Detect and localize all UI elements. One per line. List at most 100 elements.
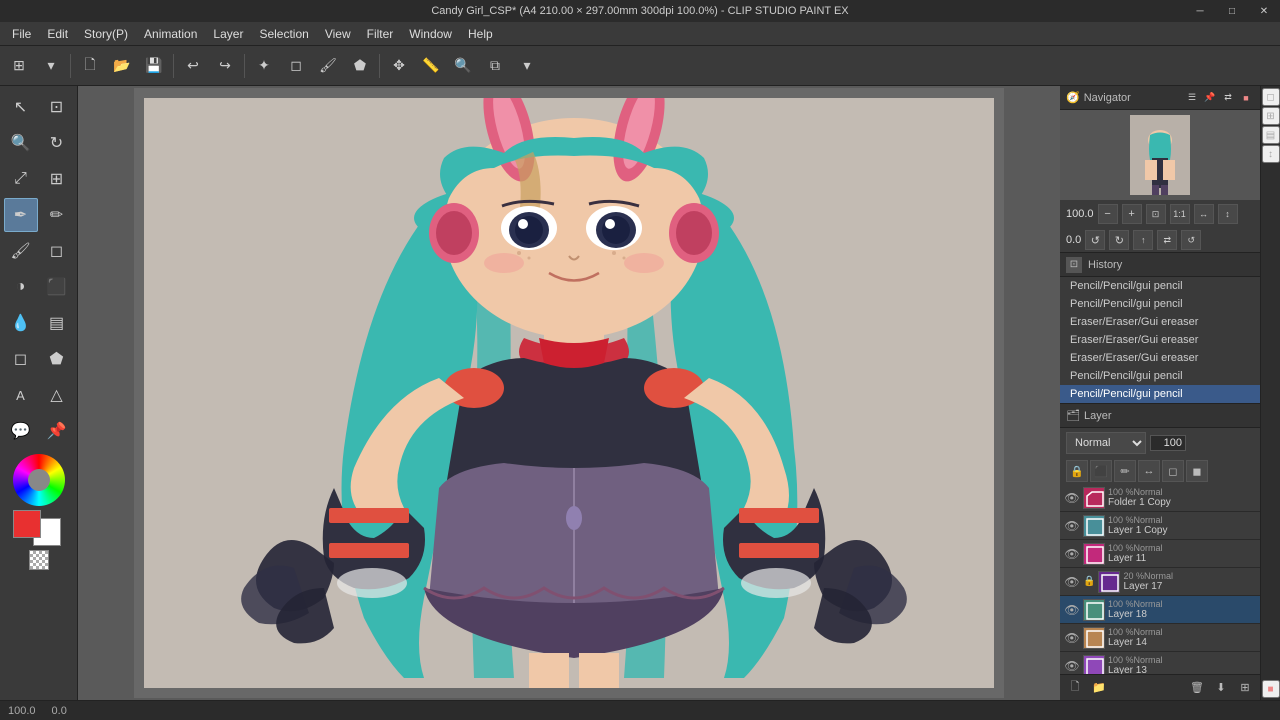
nav-rot-cw[interactable]: ↻ <box>1109 230 1129 250</box>
layer-item-4[interactable]: 👁 100 %Normal Layer 18 <box>1060 596 1260 624</box>
crop-button[interactable]: ⧉ <box>480 51 510 81</box>
nav-color-btn[interactable]: ■ <box>1238 90 1254 106</box>
lock-extra1[interactable]: ◻ <box>1162 460 1184 482</box>
move-button[interactable]: ✥ <box>384 51 414 81</box>
layer-item-0[interactable]: 👁 100 %Normal Folder 1 Copy <box>1060 484 1260 512</box>
history-item-1[interactable]: Pencil/Pencil/gui pencil <box>1060 295 1260 313</box>
nav-fit-btn[interactable]: ⊡ <box>1146 204 1166 224</box>
layer-item-5[interactable]: 👁 100 %Normal Layer 14 <box>1060 624 1260 652</box>
lock-pos-btn[interactable]: ↔ <box>1138 460 1160 482</box>
lock-all-btn[interactable]: 🔒 <box>1066 460 1088 482</box>
close-button[interactable]: ✕ <box>1248 0 1280 22</box>
nav-zoom-in[interactable]: + <box>1122 204 1142 224</box>
delete-layer-btn[interactable]: 🗑 <box>1186 678 1208 698</box>
menu-item-animation[interactable]: Animation <box>136 25 205 43</box>
zoom-tool[interactable]: 🔍 <box>4 126 38 160</box>
history-item-5[interactable]: Pencil/Pencil/gui pencil <box>1060 367 1260 385</box>
menu-item-window[interactable]: Window <box>401 25 460 43</box>
nav-pin-btn[interactable]: 📌 <box>1202 90 1218 106</box>
far-right-btn-5[interactable]: ■ <box>1262 680 1280 698</box>
nav-100-btn[interactable]: 1:1 <box>1170 204 1190 224</box>
extra-button[interactable]: ▾ <box>512 51 542 81</box>
merge-layer-btn[interactable]: ⬇ <box>1210 678 1232 698</box>
blend-mode-select[interactable]: Normal <box>1066 432 1146 454</box>
history-item-0[interactable]: Pencil/Pencil/gui pencil <box>1060 277 1260 295</box>
layer-item-1[interactable]: 👁 100 %Normal Layer 1 Copy <box>1060 512 1260 540</box>
blend-tool[interactable]: ◑ <box>4 270 38 304</box>
brush-button[interactable]: 🖌 <box>313 51 343 81</box>
layer-vis-2[interactable]: 👁 <box>1064 547 1080 561</box>
far-right-btn-1[interactable]: ◻ <box>1262 88 1280 106</box>
canvas-area[interactable] <box>78 86 1060 700</box>
lock-extra2[interactable]: ◼ <box>1186 460 1208 482</box>
layer-item-2[interactable]: 👁 100 %Normal Layer 11 <box>1060 540 1260 568</box>
nav-swap-btn[interactable]: ⇄ <box>1220 90 1236 106</box>
eyedrop-tool[interactable]: 💧 <box>4 306 38 340</box>
color-wheel[interactable] <box>13 454 65 506</box>
subview-tool[interactable]: ⊡ <box>40 90 74 124</box>
nav-flip-extra[interactable]: ⇄ <box>1157 230 1177 250</box>
select-button[interactable]: ◻ <box>281 51 311 81</box>
lock-draw-btn[interactable]: ✏ <box>1114 460 1136 482</box>
menu-item-help[interactable]: Help <box>460 25 501 43</box>
transparent-color[interactable] <box>29 550 49 570</box>
nav-flip-h[interactable]: ↔ <box>1194 204 1214 224</box>
layer-vis-3[interactable]: 👁 <box>1064 575 1080 589</box>
opacity-input[interactable] <box>1150 435 1186 451</box>
far-right-btn-3[interactable]: ▤ <box>1262 126 1280 144</box>
lasso-button[interactable]: ⬟ <box>345 51 375 81</box>
undo-button[interactable]: ↩ <box>178 51 208 81</box>
gradient-tool[interactable]: ▤ <box>40 306 74 340</box>
rotate-tool[interactable]: ↻ <box>40 126 74 160</box>
fill-tool[interactable]: ⬛ <box>40 270 74 304</box>
minimize-button[interactable]: ─ <box>1184 0 1216 22</box>
transform-tool[interactable]: ⊞ <box>40 162 74 196</box>
pencil-tool[interactable]: ✏ <box>40 198 74 232</box>
history-item-3[interactable]: Eraser/Eraser/Gui ereaser <box>1060 331 1260 349</box>
nav-rot-reset[interactable]: ↑ <box>1133 230 1153 250</box>
layer-vis-1[interactable]: 👁 <box>1064 519 1080 533</box>
foreground-color[interactable] <box>13 510 41 538</box>
cursor-tool[interactable]: ↖ <box>4 90 38 124</box>
lock-trans-btn[interactable]: ⬛ <box>1090 460 1112 482</box>
transform-button[interactable]: ✦ <box>249 51 279 81</box>
layer-vis-5[interactable]: 👁 <box>1064 631 1080 645</box>
maximize-button[interactable]: □ <box>1216 0 1248 22</box>
layer-vis-0[interactable]: 👁 <box>1064 491 1080 505</box>
new-folder-btn[interactable]: 📁 <box>1088 678 1110 698</box>
menu-item-view[interactable]: View <box>317 25 359 43</box>
nav-zoom-out[interactable]: − <box>1098 204 1118 224</box>
pen-tool[interactable]: ✒ <box>4 198 38 232</box>
history-item-4[interactable]: Eraser/Eraser/Gui ereaser <box>1060 349 1260 367</box>
history-item-6[interactable]: Pencil/Pencil/gui pencil <box>1060 385 1260 403</box>
ruler-button[interactable]: 📏 <box>416 51 446 81</box>
menu-item-selection[interactable]: Selection <box>251 25 316 43</box>
move-layer-tool[interactable]: ⤢ <box>4 162 38 196</box>
menu-item-filter[interactable]: Filter <box>359 25 402 43</box>
new-canvas-button[interactable]: 🗋 <box>75 51 105 81</box>
layer-vis-6[interactable]: 👁 <box>1064 659 1080 673</box>
nav-flip-v[interactable]: ↕ <box>1218 204 1238 224</box>
text-tool[interactable]: A <box>4 378 38 412</box>
far-right-btn-4[interactable]: ↕ <box>1262 145 1280 163</box>
pin-tool[interactable]: 📌 <box>40 414 74 448</box>
menu-item-storyp[interactable]: Story(P) <box>76 25 136 43</box>
speech-bubble-tool[interactable]: 💬 <box>4 414 38 448</box>
dropdown-button[interactable]: ▾ <box>36 51 66 81</box>
menu-item-edit[interactable]: Edit <box>39 25 76 43</box>
nav-rot-ccw[interactable]: ↺ <box>1085 230 1105 250</box>
new-layer-btn[interactable]: 🗋 <box>1064 678 1086 698</box>
menu-item-file[interactable]: File <box>4 25 39 43</box>
vector-tool[interactable]: △ <box>40 378 74 412</box>
eraser-tool[interactable]: ◻ <box>40 234 74 268</box>
layer-vis-4[interactable]: 👁 <box>1064 603 1080 617</box>
brush-tool[interactable]: 🖌 <box>4 234 38 268</box>
menu-item-layer[interactable]: Layer <box>205 25 251 43</box>
open-button[interactable]: 📂 <box>107 51 137 81</box>
redo-button[interactable]: ↪ <box>210 51 240 81</box>
grid-view-button[interactable]: ⊞ <box>4 51 34 81</box>
nav-menu-btn[interactable]: ☰ <box>1184 90 1200 106</box>
zoom-button[interactable]: 🔍 <box>448 51 478 81</box>
layer-item-3[interactable]: 👁 🔒 20 %Normal Layer 17 <box>1060 568 1260 596</box>
save-button[interactable]: 💾 <box>139 51 169 81</box>
